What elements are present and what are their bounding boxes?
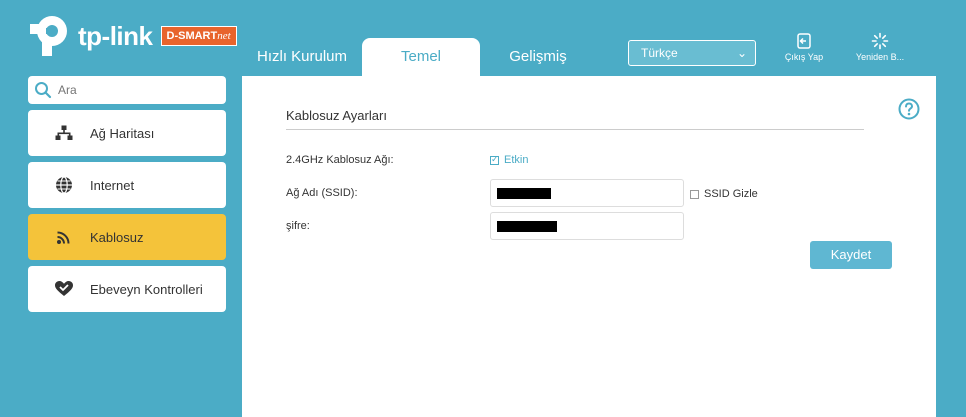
logout-button[interactable]: Çıkış Yap (784, 32, 824, 62)
tab-basic[interactable]: Temel (362, 38, 480, 76)
sidebar-item-label: Internet (90, 177, 135, 193)
checkbox-checked-icon (490, 154, 499, 165)
hide-ssid-checkbox[interactable]: SSID Gizle (690, 188, 758, 200)
reboot-icon (871, 32, 889, 50)
password-input[interactable] (490, 212, 684, 240)
tab-basic-label: Temel (400, 48, 441, 65)
ssid-label: Ağ Adı (SSID): (286, 187, 358, 199)
globe-icon (54, 175, 74, 195)
enable-label: Etkin (504, 154, 529, 166)
logout-label: Çıkış Yap (784, 52, 824, 62)
sidebar-item-network-map[interactable]: Ağ Haritası (28, 110, 226, 156)
search-icon (35, 82, 52, 99)
language-select[interactable]: Türkçe ⌄ (628, 40, 756, 66)
tab-advanced-label: Gelişmiş (509, 48, 567, 65)
top-header: tp-link D-SMARTnet Hızlı Kurulum Temel G… (0, 0, 966, 76)
section-divider (286, 129, 864, 130)
logout-icon (797, 33, 811, 49)
search-input[interactable] (56, 82, 210, 98)
reboot-label: Yeniden B... (855, 52, 905, 62)
checkbox-unchecked-icon (690, 189, 699, 199)
enable-checkbox[interactable]: Etkin (490, 154, 528, 166)
partner-logo-text: D-SMART (166, 30, 218, 42)
language-value: Türkçe (641, 46, 678, 60)
sidebar-item-label: Ağ Haritası (90, 125, 155, 141)
tp-link-logo-icon (28, 14, 74, 58)
hide-ssid-label: SSID Gizle (704, 188, 758, 200)
sidebar-item-label: Kablosuz (90, 229, 144, 245)
main-panel: Kablosuz Ayarları 2.4GHz Kablosuz Ağı: E… (242, 76, 936, 417)
redacted-value (497, 188, 551, 199)
band-label: 2.4GHz Kablosuz Ağı: (286, 154, 394, 166)
wireless-icon (54, 227, 74, 247)
password-label: şifre: (286, 220, 310, 232)
tab-advanced[interactable]: Gelişmiş (488, 38, 588, 76)
sidebar: Ağ Haritası Internet Kablosuz (28, 76, 226, 312)
reboot-button[interactable]: Yeniden B... (852, 32, 908, 62)
search-box (28, 76, 226, 104)
redacted-value (497, 221, 557, 232)
help-icon[interactable] (898, 98, 920, 120)
section-title: Kablosuz Ayarları (286, 108, 387, 123)
save-button[interactable]: Kaydet (810, 241, 892, 269)
network-map-icon (54, 123, 74, 143)
tab-quick-setup-label: Hızlı Kurulum (256, 48, 348, 65)
ssid-input[interactable] (490, 179, 684, 207)
tp-link-logo: tp-link D-SMARTnet (28, 14, 237, 58)
partner-logo: D-SMARTnet (160, 26, 237, 46)
logo-text: tp-link (78, 20, 153, 51)
partner-logo-script: net (217, 30, 231, 42)
sidebar-item-wireless[interactable]: Kablosuz (28, 214, 226, 260)
heart-icon (54, 279, 74, 299)
tab-quick-setup[interactable]: Hızlı Kurulum (250, 38, 354, 76)
sidebar-item-parental-controls[interactable]: Ebeveyn Kontrolleri (28, 266, 226, 312)
sidebar-item-internet[interactable]: Internet (28, 162, 226, 208)
sidebar-item-label: Ebeveyn Kontrolleri (90, 281, 203, 297)
chevron-down-icon: ⌄ (736, 46, 747, 60)
